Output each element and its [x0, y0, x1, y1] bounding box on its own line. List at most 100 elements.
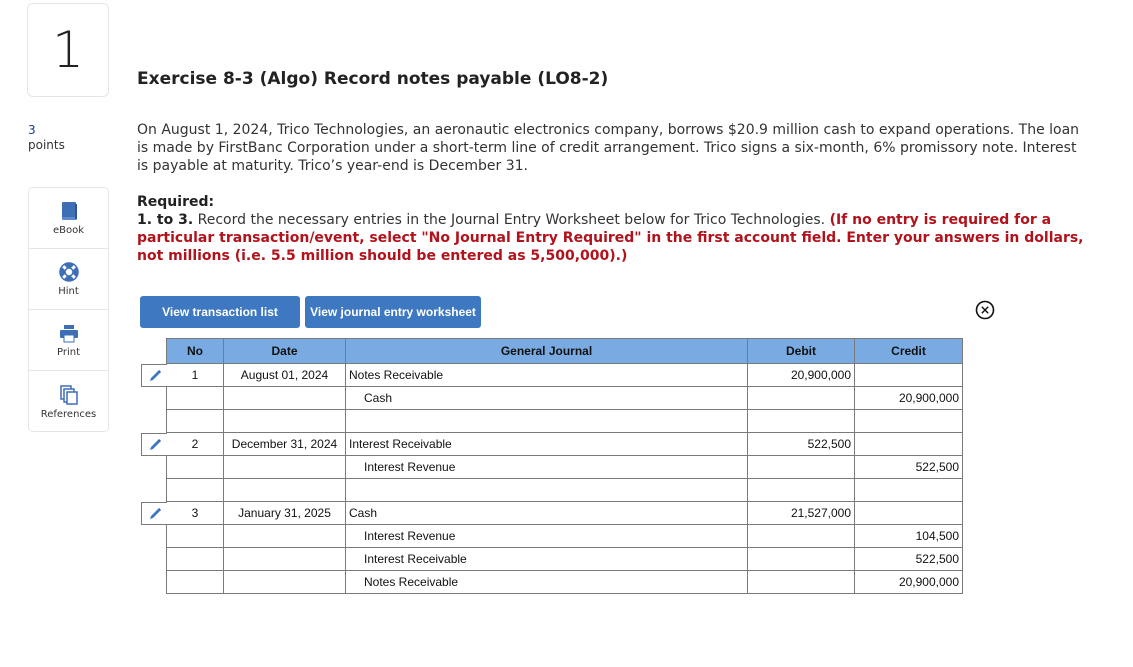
empty-cell — [166, 409, 224, 433]
references-button[interactable]: References — [29, 371, 108, 432]
required-instructions: Required: 1. to 3. Record the necessary … — [137, 193, 1087, 265]
entry-number — [166, 570, 224, 594]
credit-amount: 20,900,000 — [854, 570, 963, 594]
entry-number — [166, 455, 224, 479]
journal-row: Interest Revenue 522,500 — [166, 455, 963, 479]
debit-amount: 522,500 — [747, 432, 855, 456]
pencil-icon — [149, 438, 161, 450]
close-icon[interactable] — [974, 299, 996, 321]
journal-row: 3 January 31, 2025 Cash 21,527,000 — [166, 501, 963, 525]
empty-cell — [747, 409, 855, 433]
account-name: Notes Receivable — [345, 570, 748, 594]
print-label: Print — [56, 347, 80, 358]
entry-number — [166, 524, 224, 548]
debit-amount: 21,527,000 — [747, 501, 855, 525]
empty-cell — [854, 478, 963, 502]
account-name: Interest Revenue — [345, 455, 748, 479]
empty-cell — [345, 409, 748, 433]
question-number: 1 — [52, 21, 84, 79]
credit-amount — [854, 363, 963, 387]
spacer-row — [166, 478, 963, 502]
ebook-button[interactable]: eBook — [29, 188, 108, 249]
entry-date — [223, 547, 346, 571]
empty-cell — [223, 478, 346, 502]
entry-date: January 31, 2025 — [223, 501, 346, 525]
entry-date: August 01, 2024 — [223, 363, 346, 387]
account-name: Notes Receivable — [345, 363, 748, 387]
required-text: Record the necessary entries in the Jour… — [193, 212, 830, 228]
header-credit: Credit — [854, 338, 963, 364]
account-name: Cash — [345, 501, 748, 525]
credit-amount — [854, 432, 963, 456]
entry-date — [223, 455, 346, 479]
pencil-icon — [149, 369, 161, 381]
points-label: points — [28, 138, 65, 152]
journal-table: No Date General Journal Debit Credit 1 Au… — [166, 338, 963, 594]
hint-button[interactable]: Hint — [29, 249, 108, 310]
header-general-journal: General Journal — [345, 338, 748, 364]
credit-amount: 104,500 — [854, 524, 963, 548]
debit-amount — [747, 547, 855, 571]
journal-body: 1 August 01, 2024 Notes Receivable 20,900,0… — [166, 363, 963, 594]
account-name: Interest Receivable — [345, 432, 748, 456]
empty-cell — [345, 478, 748, 502]
book-icon — [61, 202, 77, 220]
credit-amount: 522,500 — [854, 455, 963, 479]
empty-cell — [166, 478, 224, 502]
empty-cell — [747, 478, 855, 502]
hint-label: Hint — [58, 286, 79, 297]
view-transaction-list-button[interactable]: View transaction list — [140, 296, 300, 328]
lifebuoy-icon — [58, 262, 79, 282]
entry-date — [223, 570, 346, 594]
print-button[interactable]: Print — [29, 310, 108, 371]
debit-amount: 20,900,000 — [747, 363, 855, 387]
entry-number — [166, 547, 224, 571]
credit-amount: 20,900,000 — [854, 386, 963, 410]
view-journal-entry-worksheet-button[interactable]: View journal entry worksheet — [305, 296, 481, 328]
journal-row: 1 August 01, 2024 Notes Receivable 20,900,0… — [166, 363, 963, 387]
account-name: Interest Revenue — [345, 524, 748, 548]
debit-amount — [747, 524, 855, 548]
entry-date: December 31, 2024 — [223, 432, 346, 456]
header-no: No — [166, 338, 224, 364]
ebook-label: eBook — [52, 225, 85, 236]
entry-number — [166, 386, 224, 410]
journal-row: Cash 20,900,000 — [166, 386, 963, 410]
entry-date — [223, 386, 346, 410]
entry-number: 1 — [166, 363, 224, 387]
spacer-row — [166, 409, 963, 433]
tools-sidebar: eBook Hint Print References — [28, 187, 109, 432]
account-name: Cash — [345, 386, 748, 410]
journal-header-row: No Date General Journal Debit Credit — [166, 338, 963, 364]
exercise-title: Exercise 8-3 (Algo) Record notes payable… — [137, 69, 609, 89]
debit-amount — [747, 570, 855, 594]
pencil-icon — [149, 507, 161, 519]
account-name: Interest Receivable — [345, 547, 748, 571]
debit-amount — [747, 455, 855, 479]
problem-description: On August 1, 2024, Trico Technologies, a… — [137, 122, 1080, 174]
references-label: References — [40, 408, 97, 420]
edit-entry-button[interactable] — [141, 433, 167, 456]
credit-amount: 522,500 — [854, 547, 963, 571]
header-date: Date — [223, 338, 346, 364]
entry-number: 3 — [166, 501, 224, 525]
question-number-box: 1 — [27, 3, 109, 97]
required-step: 1. to 3. — [137, 212, 194, 228]
entry-date — [223, 524, 346, 548]
debit-amount — [747, 386, 855, 410]
edit-entry-button[interactable] — [141, 364, 167, 387]
empty-cell — [223, 409, 346, 433]
edit-entry-button[interactable] — [141, 502, 167, 525]
points-value: 3 — [28, 123, 36, 137]
copy-documents-icon — [59, 384, 78, 405]
journal-row: Interest Revenue 104,500 — [166, 524, 963, 548]
entry-number: 2 — [166, 432, 224, 456]
journal-row: Notes Receivable 20,900,000 — [166, 570, 963, 594]
journal-row: 2 December 31, 2024 Interest Receivable 522… — [166, 432, 963, 456]
header-debit: Debit — [747, 338, 855, 364]
required-heading: Required: — [137, 194, 215, 210]
journal-row: Interest Receivable 522,500 — [166, 547, 963, 571]
credit-amount — [854, 501, 963, 525]
empty-cell — [854, 409, 963, 433]
points-info: 3 points — [28, 123, 65, 153]
